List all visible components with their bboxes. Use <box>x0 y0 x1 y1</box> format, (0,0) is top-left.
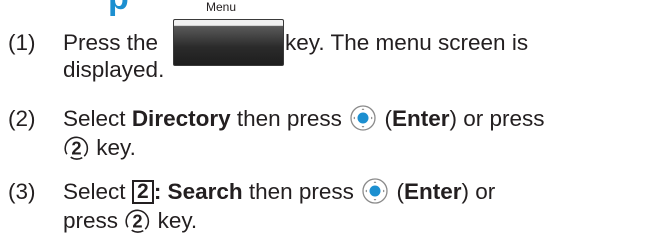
digit-key-2-icon: 2 <box>64 136 89 160</box>
step-text-line2: press 2 key. <box>63 208 198 233</box>
step-text-line1: Select 2: Search then press (Enter) or <box>63 178 496 204</box>
menu-item-name: Directory <box>131 106 231 131</box>
step-text-line2: displayed. <box>63 57 165 82</box>
step-text-line1: Press the key. The menu screen is <box>63 30 529 55</box>
enter-nav-key-icon <box>350 105 376 131</box>
svg-text:2: 2 <box>133 210 143 231</box>
step-number: (1) <box>8 30 36 55</box>
digit-key-2-icon: 2 <box>125 209 150 233</box>
step-number: (2) <box>8 106 36 131</box>
step-number: (3) <box>8 179 36 204</box>
enter-label: Enter <box>403 179 462 204</box>
section-heading-fragment: p <box>108 0 129 15</box>
svg-text:2: 2 <box>71 137 81 158</box>
menu-item-name: : Search <box>153 179 243 204</box>
step-text-line2: 2 key. <box>63 134 136 161</box>
enter-nav-key-icon <box>362 178 388 204</box>
enter-label: Enter <box>391 106 450 131</box>
menu-number-box: 2 <box>131 179 154 204</box>
step-text-line1: Select Directory then press (Enter) or p… <box>63 105 545 131</box>
menu-key-label: Menu <box>206 0 237 14</box>
